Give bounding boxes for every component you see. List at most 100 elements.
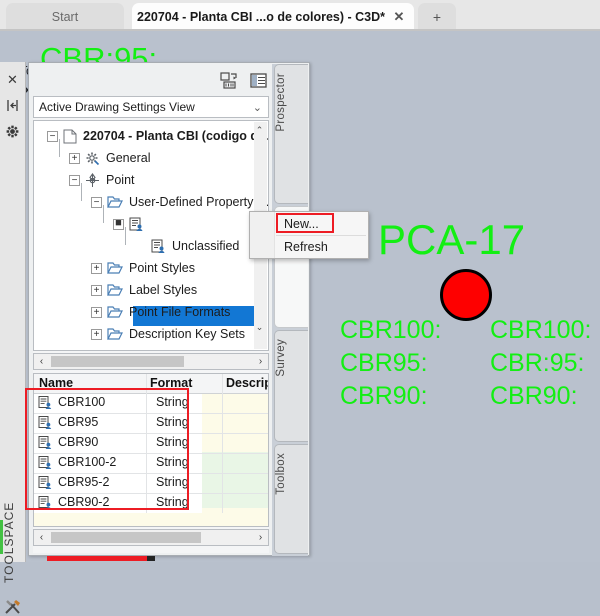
tree-node-label: User-Defined Property C...	[129, 195, 269, 209]
cad-point-marker	[440, 269, 492, 321]
new-tab-button[interactable]: +	[418, 3, 456, 31]
tree-node-unclassified[interactable]: Unclassified	[34, 235, 268, 257]
table-row[interactable]: CBR95 String	[34, 413, 268, 434]
grid-header-description[interactable]: Descript...	[226, 376, 268, 390]
property-classification-icon	[38, 416, 52, 429]
grid-view-icon[interactable]	[249, 71, 268, 90]
tree-node-label: 220704 - Planta CBI (codigo d...	[83, 129, 269, 143]
cad-label-col2-row1: CBR100:	[490, 316, 592, 344]
cell-format: String	[156, 395, 189, 409]
context-menu-item-new[interactable]: New...	[274, 213, 368, 236]
expander-icon[interactable]: −	[91, 196, 102, 208]
cell-format: String	[156, 455, 189, 469]
tab-toolbox-label: Toolbox	[275, 453, 287, 495]
cell-format: String	[156, 475, 189, 489]
tab-start[interactable]: Start	[6, 3, 124, 31]
property-classification-icon	[38, 476, 52, 489]
tree-node-label: Point	[106, 173, 135, 187]
property-grid[interactable]: Name Format Descript... CBR100 String CB…	[33, 373, 269, 527]
tree-node-label-styles[interactable]: + Label Styles	[34, 279, 268, 301]
settings-tree[interactable]: − 220704 - Planta CBI (codigo d... + Gen…	[33, 120, 269, 351]
tab-prospector[interactable]: Prospector	[274, 64, 308, 204]
chevron-right-icon[interactable]: ›	[253, 354, 268, 369]
gear-icon	[86, 152, 100, 165]
tab-prospector-label: Prospector	[275, 73, 287, 132]
gear-icon[interactable]	[5, 124, 20, 139]
tree-node-label: Label Styles	[129, 283, 198, 297]
tree-node-drawing[interactable]: − 220704 - Planta CBI (codigo d...	[34, 125, 269, 147]
folder-icon	[107, 306, 123, 318]
chevron-left-icon[interactable]: ‹	[34, 354, 49, 369]
window-tab-bar: Start 220704 - Planta CBI ...o de colore…	[0, 0, 600, 31]
tab-document[interactable]: 220704 - Planta CBI ...o de colores) - C…	[132, 3, 414, 31]
property-classification-icon	[38, 496, 52, 509]
folder-icon	[107, 196, 123, 208]
tree-node-label: Point Styles	[129, 261, 196, 275]
tree-node-cbr[interactable]: ■ CBR	[34, 213, 268, 326]
grid-horizontal-scrollbar[interactable]: ‹ ›	[33, 529, 269, 546]
tab-document-label: 220704 - Planta CBI ...o de colores) - C…	[137, 10, 385, 24]
auto-hide-icon[interactable]	[5, 98, 20, 113]
tree-node-point-styles[interactable]: + Point Styles	[34, 257, 268, 279]
folder-icon	[107, 262, 123, 274]
table-row[interactable]: CBR100-2 String	[34, 453, 268, 474]
table-row[interactable]: CBR100 String	[34, 393, 268, 414]
tree-node-point-file-formats[interactable]: + Point File Formats	[34, 301, 268, 323]
tree-node-external-data-references[interactable]: External Data References	[34, 345, 268, 352]
table-row[interactable]: CBR90 String	[34, 433, 268, 454]
folder-icon	[107, 284, 123, 296]
context-menu-gutter	[250, 212, 275, 258]
cell-name: CBR90-2	[58, 495, 110, 509]
grid-header-name[interactable]: Name	[39, 376, 73, 390]
context-menu[interactable]: New... Refresh	[249, 211, 369, 259]
context-menu-item-refresh[interactable]: Refresh	[274, 236, 368, 259]
tree-node-description-key-sets[interactable]: + Description Key Sets	[34, 323, 268, 345]
tree-node-label: External Data References	[129, 349, 268, 350]
expander-icon[interactable]: +	[91, 306, 102, 318]
tree-node-user-defined-property-classifications[interactable]: − User-Defined Property C...	[34, 191, 269, 213]
expander-icon[interactable]: +	[91, 328, 102, 340]
scrollbar-thumb[interactable]	[51, 532, 201, 543]
expander-icon[interactable]: −	[47, 130, 58, 142]
property-classification-icon	[38, 436, 52, 449]
chevron-up-icon[interactable]: ⌃	[253, 123, 266, 137]
toolspace-palette: ? Prospector Settings Survey Toolbox Act…	[28, 62, 310, 556]
close-icon[interactable]: ✕	[393, 10, 405, 23]
expander-icon[interactable]: ■	[113, 217, 124, 230]
cad-label-col2-row2: CBR:95:	[490, 349, 585, 377]
tree-node-label: CBR	[150, 217, 177, 231]
expander-icon[interactable]: −	[69, 174, 80, 186]
tab-survey-label: Survey	[275, 339, 287, 377]
view-selector[interactable]: Active Drawing Settings View ⌄	[33, 96, 269, 118]
cad-label-col2-row3: CBR90:	[490, 382, 578, 410]
table-row[interactable]: CBR95-2 String	[34, 473, 268, 494]
palette-body: Active Drawing Settings View ⌄ − 220704 …	[33, 96, 269, 553]
tree-node-general[interactable]: + General	[34, 147, 268, 169]
expander-icon[interactable]: +	[69, 152, 80, 164]
scrollbar-thumb[interactable]	[51, 356, 184, 367]
cell-format: String	[156, 435, 189, 449]
grid-empty-row	[34, 513, 268, 526]
panel-layout-icon[interactable]	[220, 71, 239, 90]
tree-node-point[interactable]: − Point	[34, 169, 268, 191]
chevron-down-icon[interactable]: ⌄	[253, 320, 266, 334]
close-icon[interactable]: ✕	[5, 72, 20, 87]
tab-toolbox[interactable]: Toolbox	[274, 444, 308, 554]
tree-node-label: Point File Formats	[129, 305, 231, 319]
tree-horizontal-scrollbar[interactable]: ‹ ›	[33, 353, 269, 370]
view-selector-value: Active Drawing Settings View	[39, 100, 195, 114]
expander-icon[interactable]: +	[91, 262, 102, 274]
property-classification-icon	[38, 456, 52, 469]
grid-empty-row	[34, 526, 268, 527]
chevron-right-icon[interactable]: ›	[253, 530, 268, 545]
cell-name: CBR90	[58, 435, 99, 449]
tab-start-label: Start	[51, 10, 79, 24]
expander-placeholder	[91, 351, 102, 352]
tab-survey[interactable]: Survey	[274, 330, 308, 442]
expander-icon[interactable]: +	[91, 284, 102, 296]
grid-header-format[interactable]: Format	[150, 376, 192, 390]
point-icon	[86, 172, 99, 187]
cell-format: String	[156, 415, 189, 429]
table-row[interactable]: CBR90-2 String	[34, 493, 268, 514]
chevron-left-icon[interactable]: ‹	[34, 530, 49, 545]
